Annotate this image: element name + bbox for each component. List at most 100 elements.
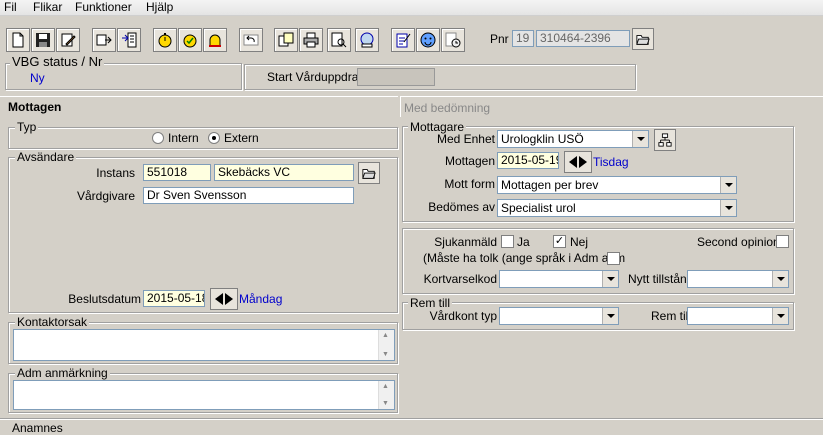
export-button[interactable] bbox=[92, 28, 116, 52]
tolk-label: (Måste ha tolk (ange språk i Adm anm bbox=[423, 251, 626, 265]
hierarchy-icon bbox=[658, 133, 672, 147]
floppy-disk-icon bbox=[36, 33, 50, 47]
transfer-button[interactable] bbox=[117, 28, 141, 52]
adm-anmarkning-group: Adm anmärkning bbox=[8, 367, 398, 413]
menu-flikar[interactable]: Flikar bbox=[33, 0, 62, 15]
chevron-down-icon bbox=[632, 131, 648, 147]
toolbar: Pnr 19 310464-2396 bbox=[0, 24, 823, 54]
avsandare-title: Avsändare bbox=[15, 150, 77, 164]
med-enhet-select[interactable]: Urologklin USÖ bbox=[497, 130, 649, 148]
beslutsdatum-day: Måndag bbox=[239, 292, 283, 306]
extern-radio[interactable] bbox=[208, 132, 220, 144]
nytt-tillstand-label: Nytt tillstånd bbox=[628, 272, 694, 286]
adm-anmarkning-scrollbar[interactable] bbox=[378, 381, 394, 409]
mottagen-day: Tisdag bbox=[593, 155, 629, 169]
start-vardupprag-button[interactable] bbox=[357, 68, 435, 86]
pnr-number-field[interactable]: 310464-2396 bbox=[536, 30, 630, 47]
vbg-status-group: VBG status / Nr Ny bbox=[5, 55, 242, 90]
copy-icon bbox=[278, 32, 294, 47]
vbg-status-value: Ny bbox=[30, 71, 45, 85]
med-enhet-value: Urologklin USÖ bbox=[501, 132, 584, 146]
export-icon bbox=[96, 34, 112, 46]
bedomning-header: Med bedömning bbox=[400, 96, 823, 117]
instans-lookup-button[interactable] bbox=[358, 162, 380, 184]
med-enhet-label: Med Enhet bbox=[436, 132, 495, 146]
pnr-label: Pnr bbox=[490, 32, 509, 46]
kortvarselkod-select[interactable] bbox=[499, 270, 619, 288]
menu-funktioner[interactable]: Funktioner bbox=[75, 0, 132, 15]
typ-title: Typ bbox=[15, 120, 39, 134]
intern-radio[interactable] bbox=[152, 132, 164, 144]
anamnes-title: Anamnes bbox=[12, 421, 63, 435]
vardkont-typ-select[interactable] bbox=[499, 307, 619, 325]
vbg-status-title: VBG status / Nr bbox=[10, 54, 105, 69]
vardkont-typ-label: Vårdkont typ bbox=[429, 309, 497, 323]
adm-anmarkning-title: Adm anmärkning bbox=[15, 366, 110, 380]
rem-till-select[interactable] bbox=[687, 307, 789, 325]
beslutsdatum-stepper[interactable] bbox=[210, 288, 238, 310]
mott-form-label: Mott form bbox=[444, 177, 495, 191]
instans-code-field[interactable]: 551018 bbox=[143, 164, 211, 181]
kontaktorsak-scrollbar[interactable] bbox=[378, 330, 394, 360]
adm-anmarkning-textarea[interactable] bbox=[13, 380, 395, 410]
avsandare-group: Avsändare Instans 551018 Skebäcks VC Vår… bbox=[8, 151, 398, 313]
mottagen-date-stepper[interactable] bbox=[564, 151, 592, 173]
timer-check-button[interactable] bbox=[178, 28, 202, 52]
pnr-century-field[interactable]: 19 bbox=[512, 30, 534, 47]
chevron-down-icon bbox=[602, 308, 618, 324]
notes-button[interactable] bbox=[391, 28, 415, 52]
print-preview-button[interactable] bbox=[327, 28, 351, 52]
edit-button[interactable] bbox=[56, 28, 80, 52]
folder-open-icon bbox=[636, 35, 650, 45]
save-button[interactable] bbox=[31, 28, 55, 52]
new-document-button[interactable] bbox=[6, 28, 30, 52]
alarm-icon bbox=[209, 34, 221, 47]
mottagen-date-field[interactable]: 2015-05-19 bbox=[497, 152, 559, 169]
menu-hjalp[interactable]: Hjälp bbox=[146, 0, 173, 15]
face-icon bbox=[420, 32, 436, 48]
report-button[interactable] bbox=[355, 28, 379, 52]
menu-fil[interactable]: Fil bbox=[4, 0, 17, 15]
alarm-button[interactable] bbox=[203, 28, 227, 52]
tolk-checkbox[interactable] bbox=[607, 252, 620, 265]
ja-checkbox[interactable] bbox=[501, 235, 514, 248]
kontaktorsak-group: Kontaktorsak bbox=[8, 316, 398, 364]
mott-form-select[interactable]: Mottagen per brev bbox=[497, 176, 737, 194]
bedomes-av-select[interactable]: Specialist urol bbox=[497, 199, 737, 217]
vardgivare-label: Vårdgivare bbox=[76, 189, 135, 203]
vardgivare-field[interactable]: Dr Sven Svensson bbox=[143, 187, 354, 204]
beslutsdatum-field[interactable]: 2015-05-18 bbox=[143, 290, 205, 307]
kontaktorsak-textarea[interactable] bbox=[13, 329, 395, 361]
chevron-down-icon bbox=[772, 271, 788, 287]
mott-form-value: Mottagen per brev bbox=[501, 178, 599, 192]
report-icon bbox=[360, 32, 374, 48]
history-button[interactable] bbox=[441, 28, 465, 52]
start-vardupprag-group: Start Vårduppdrag bbox=[244, 64, 636, 90]
left-right-arrows-icon bbox=[569, 156, 587, 168]
second-opinion-checkbox[interactable] bbox=[776, 235, 789, 248]
new-document-icon bbox=[12, 32, 24, 48]
rem-till-label: Rem till bbox=[651, 309, 692, 323]
copy-button[interactable] bbox=[274, 28, 298, 52]
history-icon bbox=[445, 32, 461, 48]
patient-button[interactable] bbox=[416, 28, 440, 52]
bedomes-av-label: Bedömes av bbox=[428, 200, 495, 214]
nej-checkbox[interactable]: ✓ bbox=[553, 235, 566, 248]
mottagare-group: Mottagare Med Enhet Urologklin USÖ Motta… bbox=[402, 121, 794, 222]
kontaktorsak-title: Kontaktorsak bbox=[15, 315, 90, 329]
stopwatch-icon bbox=[158, 33, 172, 48]
mottagen-label: Mottagen bbox=[444, 154, 495, 168]
timer-button[interactable] bbox=[153, 28, 177, 52]
print-button[interactable] bbox=[299, 28, 323, 52]
undo-button[interactable] bbox=[239, 28, 263, 52]
nytt-tillstand-select[interactable] bbox=[687, 270, 789, 288]
sjukanmald-group: Sjukanmäld Ja ✓ Nej Second opinion (Måst… bbox=[402, 228, 794, 294]
stopwatch-check-icon bbox=[183, 34, 197, 48]
second-opinion-label: Second opinion bbox=[697, 235, 780, 249]
start-vardupprag-label: Start Vårduppdrag bbox=[267, 70, 366, 84]
open-patient-button[interactable] bbox=[632, 28, 654, 50]
extern-label: Extern bbox=[224, 131, 259, 145]
left-right-arrows-icon bbox=[215, 293, 233, 305]
enhet-hierarchy-button[interactable] bbox=[654, 129, 676, 151]
instans-name-field[interactable]: Skebäcks VC bbox=[214, 164, 354, 181]
